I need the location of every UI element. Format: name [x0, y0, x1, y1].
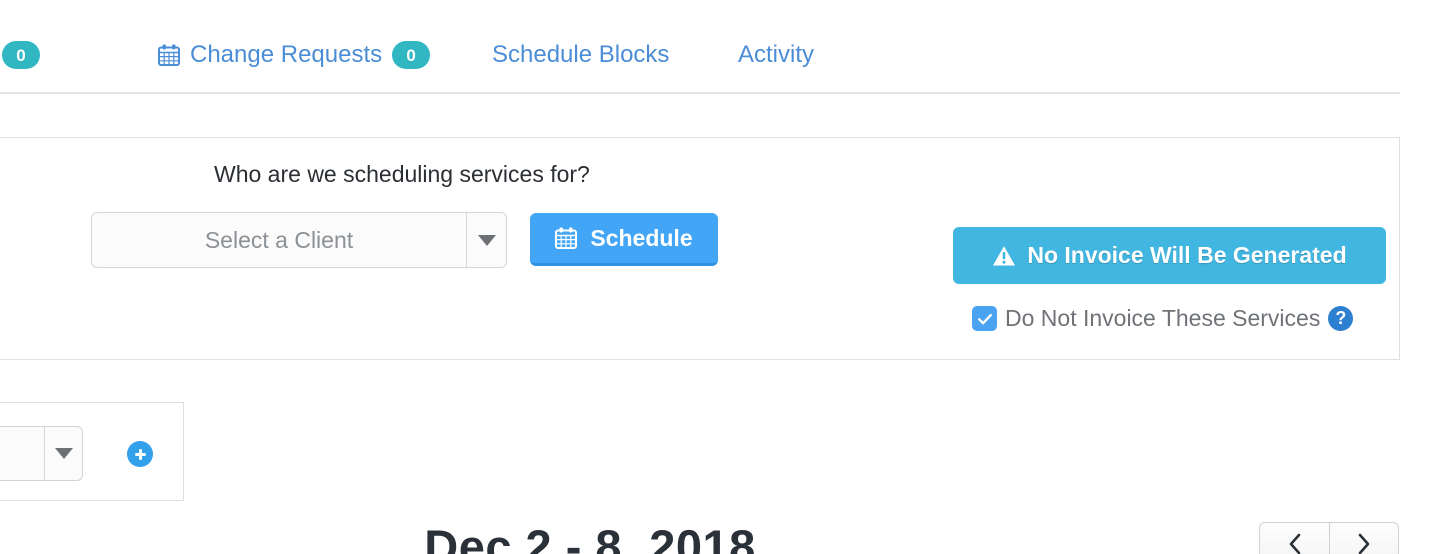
tab-change-requests[interactable]: Change Requests 0 [158, 41, 431, 69]
chevron-right-icon [1358, 533, 1370, 554]
app-screen: ests 0 Change Requests 0 [0, 0, 1442, 554]
chevron-down-icon[interactable] [44, 427, 82, 480]
scheduling-prompt: Who are we scheduling services for? [214, 161, 590, 187]
tab-bar: ests 0 Change Requests 0 [0, 0, 1400, 94]
filter-select-value [0, 427, 44, 480]
tab-activity-label: Activity [738, 41, 815, 68]
chevron-left-icon [1289, 533, 1300, 554]
plus-icon [134, 448, 146, 460]
calendar-icon [158, 44, 180, 66]
do-not-invoice-checkbox[interactable] [972, 306, 997, 331]
client-select[interactable]: Select a Client [91, 212, 507, 268]
check-icon [977, 313, 992, 324]
no-invoice-banner-label: No Invoice Will Be Generated [1027, 242, 1347, 268]
date-range-heading: Dec 2 - 8, 2018 [424, 520, 756, 554]
question-mark-icon[interactable]: ? [1328, 306, 1354, 331]
filter-card [0, 402, 184, 501]
scheduling-panel: Who are we scheduling services for? Sele… [0, 137, 1400, 360]
client-select-value: Select a Client [204, 226, 354, 253]
schedule-button[interactable]: Schedule [530, 213, 718, 266]
do-not-invoice-row[interactable]: Do Not Invoice These Services ? [972, 305, 1354, 332]
tab-requests-badge: 0 [2, 41, 41, 69]
no-invoice-banner[interactable]: No Invoice Will Be Generated [953, 227, 1386, 284]
tab-schedule-blocks[interactable]: Schedule Blocks [492, 41, 669, 69]
next-week-button[interactable] [1329, 522, 1399, 554]
warning-triangle-icon [992, 245, 1016, 267]
filter-select[interactable] [0, 426, 83, 481]
chevron-down-icon[interactable] [466, 213, 506, 267]
tab-requests[interactable]: ests 0 [0, 41, 41, 69]
calendar-nav [1259, 522, 1399, 554]
schedule-button-label: Schedule [590, 224, 693, 251]
tab-schedule-blocks-label: Schedule Blocks [492, 41, 670, 68]
tab-activity[interactable]: Activity [738, 41, 814, 69]
add-button[interactable] [127, 441, 153, 467]
prev-week-button[interactable] [1259, 522, 1329, 554]
tab-change-requests-badge: 0 [392, 41, 431, 69]
calendar-icon [555, 227, 578, 249]
do-not-invoice-label: Do Not Invoice These Services [1005, 305, 1321, 331]
tab-change-requests-label: Change Requests [190, 41, 383, 68]
